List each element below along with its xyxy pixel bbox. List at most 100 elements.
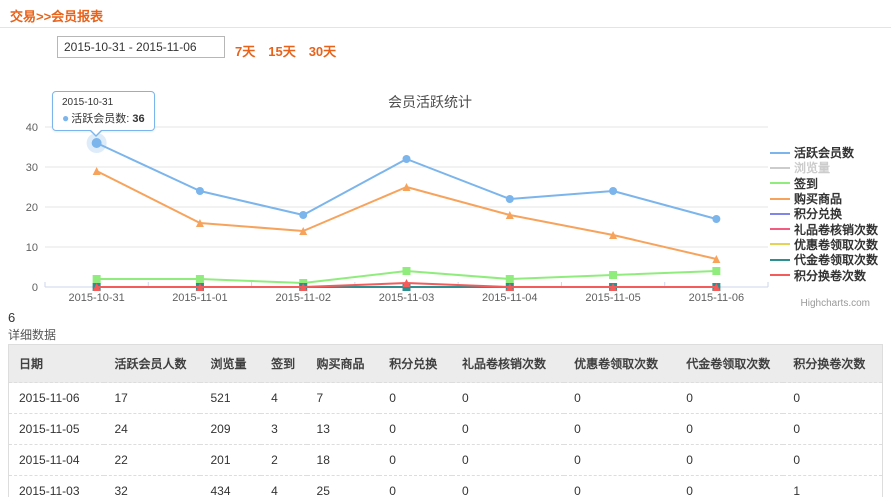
- table-cell: 0: [452, 445, 564, 476]
- table-cell: 0: [379, 383, 452, 414]
- data-point[interactable]: [506, 275, 514, 283]
- table-cell: 0: [564, 383, 676, 414]
- row-count: 6: [8, 310, 15, 325]
- table-cell: 18: [307, 445, 380, 476]
- y-axis-label: 10: [26, 242, 38, 254]
- table-cell: 0: [452, 414, 564, 445]
- header-divider: [0, 27, 891, 28]
- legend-marker-icon: [770, 269, 790, 281]
- table-cell: 209: [200, 414, 261, 445]
- legend-marker-icon: [770, 223, 790, 235]
- legend-item-4[interactable]: 积分兑换: [770, 206, 878, 221]
- data-point[interactable]: [403, 267, 411, 275]
- table-cell: 0: [379, 445, 452, 476]
- table-cell: 0: [379, 476, 452, 497]
- table-cell: 17: [104, 383, 200, 414]
- x-axis-label: 2015-11-03: [379, 292, 434, 304]
- chart: 会员活跃统计 0102030402015-10-312015-11-012015…: [0, 70, 891, 315]
- table-header-cell: 购买商品: [307, 345, 380, 383]
- table-header-cell: 代金卷领取次数: [676, 345, 783, 383]
- legend-item-8[interactable]: 积分换卷次数: [770, 267, 878, 282]
- data-point[interactable]: [93, 167, 101, 175]
- y-axis-label: 40: [26, 122, 38, 134]
- tooltip-date: 2015-10-31: [62, 97, 145, 108]
- table-cell: 0: [676, 414, 783, 445]
- legend-item-3[interactable]: 购买商品: [770, 191, 878, 206]
- legend-marker-icon: [770, 193, 790, 205]
- table-cell: 0: [452, 383, 564, 414]
- legend-item-2[interactable]: 签到: [770, 176, 878, 191]
- chart-legend: 活跃会员数浏览量签到购买商品积分兑换礼品卷核销次数优惠卷领取次数代金卷领取次数积…: [770, 145, 878, 283]
- table-row: 2015-11-052420931300000: [9, 414, 883, 445]
- table-header-cell: 积分兑换: [379, 345, 452, 383]
- table-cell: 7: [307, 383, 380, 414]
- table-header-cell: 礼品卷核销次数: [452, 345, 564, 383]
- legend-item-5[interactable]: 礼品卷核销次数: [770, 221, 878, 236]
- x-axis-label: 2015-10-31: [69, 292, 125, 304]
- table-row: 2015-11-033243442500001: [9, 476, 883, 497]
- table-cell: 4: [261, 383, 306, 414]
- table-cell: 0: [379, 414, 452, 445]
- table-cell: 4: [261, 476, 306, 497]
- legend-item-1[interactable]: 浏览量: [770, 160, 878, 175]
- x-axis-label: 2015-11-06: [689, 292, 744, 304]
- x-axis-label: 2015-11-01: [172, 292, 227, 304]
- y-axis-label: 20: [26, 202, 38, 214]
- data-point[interactable]: [712, 267, 720, 275]
- quick-range-30d[interactable]: 30天: [309, 41, 336, 60]
- hovered-data-point[interactable]: [92, 138, 102, 148]
- table-cell: 0: [783, 445, 882, 476]
- table-header-cell: 积分换卷次数: [783, 345, 882, 383]
- date-range-input[interactable]: [57, 36, 225, 58]
- data-point[interactable]: [506, 195, 514, 203]
- legend-item-7[interactable]: 代金卷领取次数: [770, 252, 878, 267]
- table-cell: 2015-11-06: [9, 383, 105, 414]
- table-cell: 201: [200, 445, 261, 476]
- data-point[interactable]: [609, 187, 617, 195]
- table-cell: 0: [676, 445, 783, 476]
- table-header-cell: 活跃会员人数: [104, 345, 200, 383]
- table-row: 2015-11-06175214700000: [9, 383, 883, 414]
- legend-marker-icon: [770, 162, 790, 174]
- legend-item-0[interactable]: 活跃会员数: [770, 145, 878, 160]
- table-cell: 13: [307, 414, 380, 445]
- quick-range-15d[interactable]: 15天: [268, 41, 295, 60]
- table-cell: 32: [104, 476, 200, 497]
- breadcrumb: 交易>>会员报表: [10, 6, 103, 25]
- table-cell: 2015-11-03: [9, 476, 105, 497]
- x-axis-label: 2015-11-05: [585, 292, 640, 304]
- table-cell: 24: [104, 414, 200, 445]
- table-cell: 0: [676, 476, 783, 497]
- legend-marker-icon: [770, 177, 790, 189]
- x-axis-label: 2015-11-02: [275, 292, 330, 304]
- quick-range-7d[interactable]: 7天: [235, 41, 255, 60]
- highcharts-credits[interactable]: Highcharts.com: [801, 298, 870, 309]
- data-point[interactable]: [196, 275, 204, 283]
- data-point[interactable]: [609, 271, 617, 279]
- table-cell: 0: [564, 414, 676, 445]
- data-point[interactable]: [299, 211, 307, 219]
- table-cell: 0: [564, 445, 676, 476]
- data-point[interactable]: [712, 215, 720, 223]
- table-cell: 0: [676, 383, 783, 414]
- detail-table: 日期活跃会员人数浏览量签到购买商品积分兑换礼品卷核销次数优惠卷领取次数代金卷领取…: [8, 344, 883, 497]
- y-axis-label: 0: [32, 282, 38, 294]
- table-cell: 3: [261, 414, 306, 445]
- tooltip-value: 36: [132, 113, 144, 125]
- series-line-0: [97, 143, 717, 219]
- data-point[interactable]: [93, 275, 101, 283]
- data-point[interactable]: [196, 187, 204, 195]
- table-cell: 2: [261, 445, 306, 476]
- table-row: 2015-11-042220121800000: [9, 445, 883, 476]
- table-cell: 2015-11-05: [9, 414, 105, 445]
- table-header-cell: 浏览量: [200, 345, 261, 383]
- table-cell: 521: [200, 383, 261, 414]
- data-point[interactable]: [403, 155, 411, 163]
- legend-item-6[interactable]: 优惠卷领取次数: [770, 237, 878, 252]
- table-cell: 0: [564, 476, 676, 497]
- table-cell: 0: [783, 383, 882, 414]
- detail-data-label: 详细数据: [8, 326, 56, 343]
- table-header-row: 日期活跃会员人数浏览量签到购买商品积分兑换礼品卷核销次数优惠卷领取次数代金卷领取…: [9, 345, 883, 383]
- legend-marker-icon: [770, 254, 790, 266]
- table-cell: 434: [200, 476, 261, 497]
